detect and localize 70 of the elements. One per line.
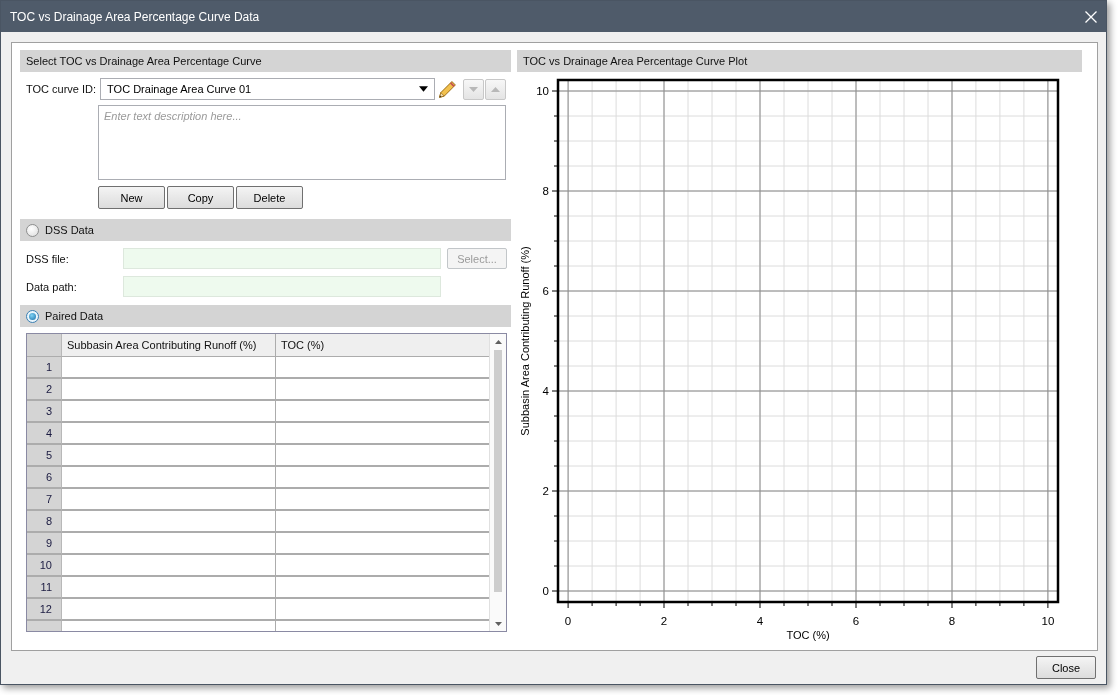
table-cell[interactable]: [62, 467, 276, 489]
axis-tick-label: 10: [536, 85, 549, 97]
row-header: 9: [27, 533, 62, 555]
caret-down-icon: [419, 86, 428, 92]
row-header: 7: [27, 489, 62, 511]
pencil-icon[interactable]: [439, 80, 456, 98]
radio-label: Paired Data: [45, 310, 104, 322]
row-header: 2: [27, 379, 62, 401]
row-header: 3: [27, 401, 62, 423]
column-header: TOC (%): [276, 334, 489, 357]
window-title: TOC vs Drainage Area Percentage Curve Data: [10, 9, 260, 24]
section-header: TOC vs Drainage Area Percentage Curve Plot: [517, 50, 1082, 72]
axis-tick-label: 10: [1041, 615, 1055, 627]
table-cell[interactable]: [62, 379, 276, 401]
axis-tick-label: 2: [660, 615, 668, 627]
input-field[interactable]: [123, 276, 441, 297]
action-button[interactable]: New: [98, 186, 165, 209]
caret-up-icon[interactable]: [494, 340, 502, 344]
column-header: Subbasin Area Contributing Runoff (%): [62, 334, 276, 357]
axis-tick-label: 6: [852, 615, 860, 627]
axis-tick-label: 8: [542, 185, 549, 197]
table-cell[interactable]: [62, 511, 276, 533]
radio-button[interactable]: [26, 223, 39, 237]
table-cell[interactable]: [62, 489, 276, 511]
table-corner: [27, 334, 62, 357]
row-header: 10: [27, 555, 62, 577]
table-cell[interactable]: [62, 423, 276, 445]
axis-tick-label: 0: [542, 585, 549, 597]
table-cell[interactable]: [62, 533, 276, 555]
section-header: Select TOC vs Drainage Area Percentage Curve: [20, 50, 511, 72]
table-cell[interactable]: [62, 357, 276, 379]
axis-tick-label: 2: [542, 485, 549, 497]
axis-tick-label: 4: [756, 615, 764, 627]
row-header: 4: [27, 423, 62, 445]
vertical-scrollbar[interactable]: [489, 334, 506, 631]
table-cell[interactable]: [62, 445, 276, 467]
window-close-button[interactable]: [1085, 10, 1097, 23]
table-cell[interactable]: [62, 401, 276, 423]
y-axis-title: Subbasin Area Contributing Runoff (%): [519, 246, 531, 436]
row-header: 6: [27, 467, 62, 489]
row-header: 5: [27, 445, 62, 467]
row-header: 1: [27, 357, 62, 379]
action-button[interactable]: Delete: [236, 186, 303, 209]
x-axis-title: TOC (%): [786, 629, 830, 641]
table-cell[interactable]: [62, 599, 276, 621]
radio-label: DSS Data: [45, 224, 94, 236]
caret-up-icon: [491, 86, 500, 92]
row-header: 8: [27, 511, 62, 533]
action-button[interactable]: Copy: [167, 186, 234, 209]
curve-id-dropdown[interactable]: TOC Drainage Area Curve 01: [100, 78, 435, 100]
axis-tick-label: 6: [542, 285, 549, 297]
table-cell[interactable]: [62, 555, 276, 577]
input-field[interactable]: [123, 248, 441, 269]
caret-down-icon[interactable]: [494, 622, 502, 626]
field-label: Data path:: [25, 280, 78, 293]
row-header: 12: [27, 599, 62, 621]
field-label: DSS file:: [25, 252, 70, 265]
axis-tick-label: 4: [542, 385, 549, 397]
field-label: TOC curve ID:: [25, 83, 97, 95]
table-cell[interactable]: [62, 577, 276, 599]
row-header: 11: [27, 577, 62, 599]
caret-down-icon: [469, 86, 478, 92]
radio-button[interactable]: [26, 309, 39, 323]
close-button[interactable]: Close: [1036, 656, 1096, 679]
close-icon: [1085, 10, 1097, 23]
scrollbar-thumb[interactable]: [494, 350, 502, 592]
description-field[interactable]: Enter text description here...: [98, 105, 506, 180]
row-header: [27, 621, 62, 631]
axis-tick-label: 0: [564, 615, 572, 627]
axis-tick-label: 8: [948, 615, 956, 627]
